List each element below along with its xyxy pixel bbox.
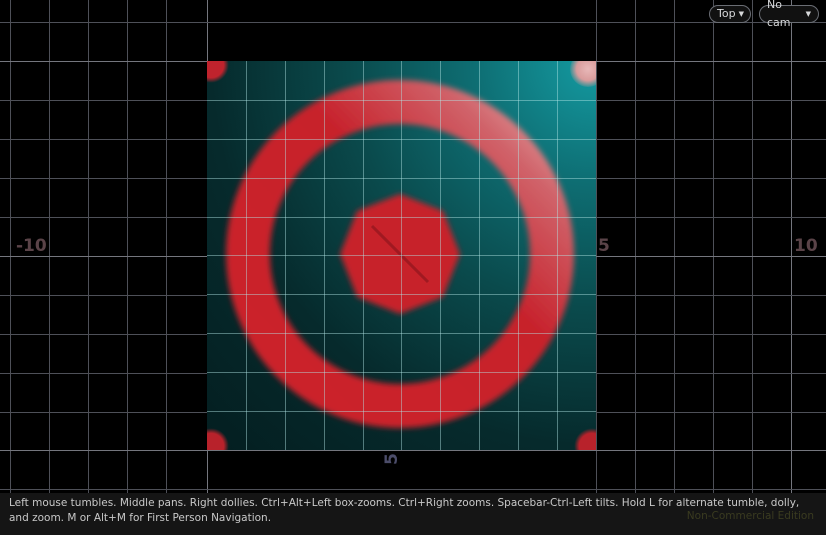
edition-watermark: Non-Commercial Edition <box>686 510 814 522</box>
camera-menu[interactable]: No cam ▼ <box>759 0 819 29</box>
grid-line <box>10 0 11 535</box>
view-orientation-label: Top <box>717 7 736 20</box>
grid-line <box>596 0 597 535</box>
axis-label-x-neg10: -10 <box>16 236 47 256</box>
axis-label-x-5: 5 <box>598 236 610 256</box>
grid-line <box>713 0 714 535</box>
grid-line <box>0 22 826 23</box>
grid-line <box>752 0 753 535</box>
grid-line <box>674 0 675 535</box>
chevron-down-icon: ▼ <box>805 10 811 18</box>
plane-grid-line <box>207 294 596 295</box>
help-bar: Left mouse tumbles. Middle pans. Right d… <box>0 493 826 535</box>
plane-grid-line <box>207 372 596 373</box>
textured-plane <box>207 61 596 450</box>
scene-viewport[interactable]: -10 5 10 5 Top ▼ No cam ▼ <box>0 0 826 535</box>
plane-grid-line <box>207 255 596 256</box>
plane-grid-line <box>207 139 596 140</box>
grid-line <box>635 0 636 535</box>
grid-line <box>791 0 792 535</box>
plane-grid-line <box>207 411 596 412</box>
plane-grid-line <box>207 217 596 218</box>
grid-line <box>127 0 128 535</box>
plane-grid-line <box>207 100 596 101</box>
axis-label-x-10: 10 <box>794 236 818 256</box>
grid-line <box>0 450 826 451</box>
axis-label-y-5: 5 <box>381 453 402 465</box>
view-orientation-menu[interactable]: Top ▼ <box>709 5 751 23</box>
chevron-down-icon: ▼ <box>738 10 744 18</box>
plane-grid-line <box>207 178 596 179</box>
grid-line <box>49 0 50 535</box>
plane-grid-line <box>207 333 596 334</box>
grid-line <box>88 0 89 535</box>
grid-line <box>0 489 826 490</box>
camera-menu-label: No cam <box>767 0 791 29</box>
grid-line <box>166 0 167 535</box>
